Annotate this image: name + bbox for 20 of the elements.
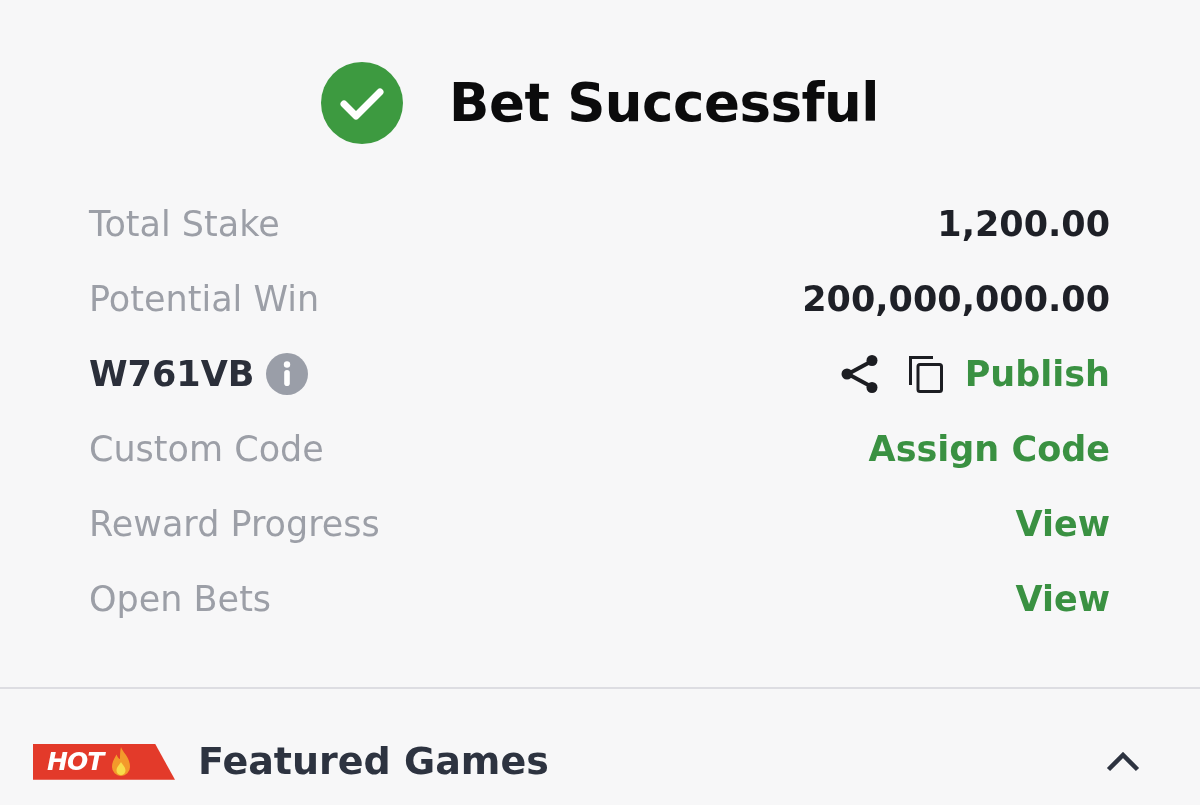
row-label: Total Stake xyxy=(89,202,280,245)
action-link[interactable]: View xyxy=(1015,502,1110,545)
row-label: Reward Progress xyxy=(89,502,380,545)
success-title: Bet Successful xyxy=(449,73,879,133)
row-label: Open Bets xyxy=(89,577,272,620)
chevron-icon[interactable] xyxy=(1106,751,1140,772)
copy-icon[interactable] xyxy=(907,354,944,393)
share-icon[interactable] xyxy=(839,353,880,394)
amount-value: 200,000,000.00 xyxy=(802,277,1110,320)
info-icon[interactable] xyxy=(266,352,309,395)
action-link[interactable]: Assign Code xyxy=(868,427,1110,470)
row-label: Custom Code xyxy=(89,427,324,470)
hot-label: HOT xyxy=(47,749,104,775)
action-link[interactable]: View xyxy=(1015,577,1110,620)
booking-code: W761VB xyxy=(89,352,255,395)
check-circle-icon xyxy=(321,62,404,144)
publish-link[interactable]: Publish xyxy=(964,352,1110,395)
amount-value: 1,200.00 xyxy=(937,202,1110,245)
row-label: Potential Win xyxy=(89,277,320,320)
section-title: Featured Games xyxy=(198,739,549,785)
